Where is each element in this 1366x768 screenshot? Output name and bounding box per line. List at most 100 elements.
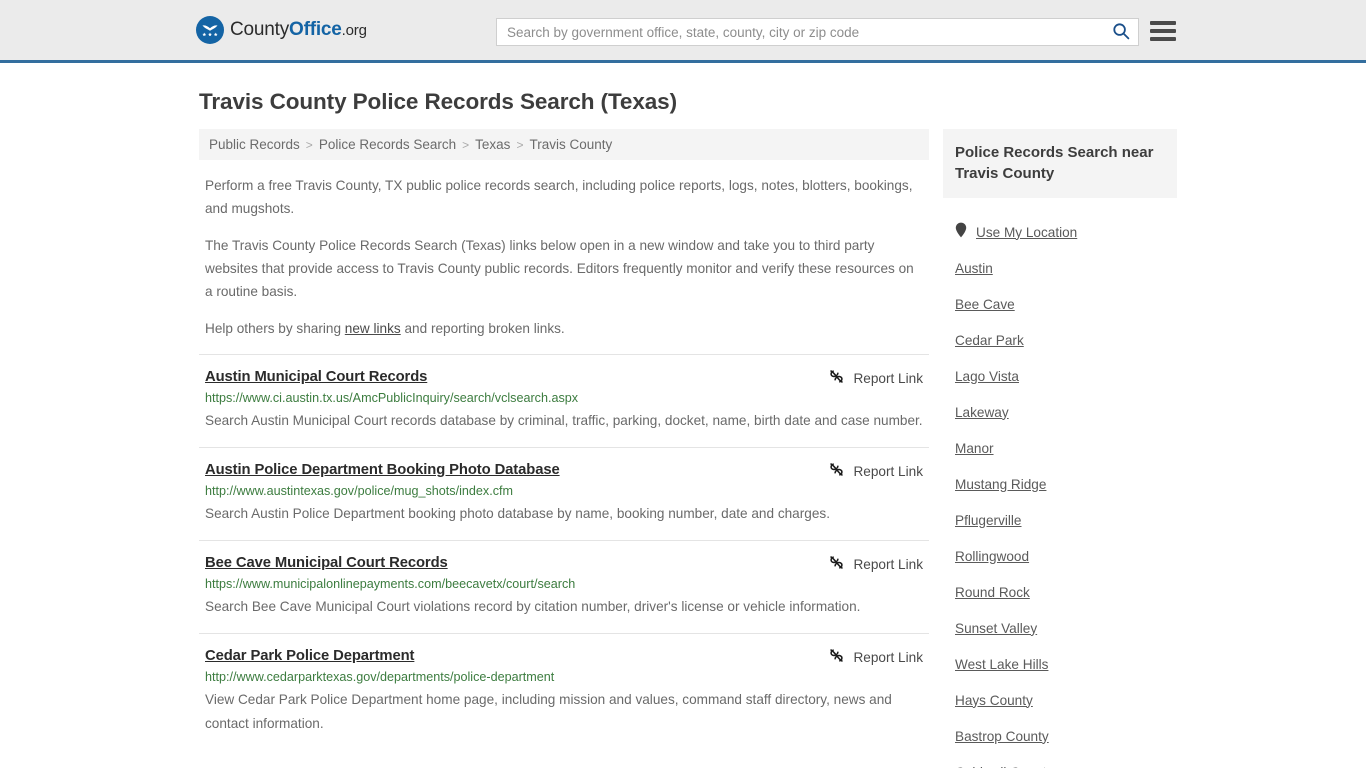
broken-link-icon: [828, 647, 845, 667]
sidebar-link[interactable]: Lakeway: [955, 405, 1009, 420]
result-item: Cedar Park Police Department Report Link…: [199, 633, 929, 750]
sidebar-link[interactable]: Lago Vista: [955, 369, 1019, 384]
sidebar-link[interactable]: West Lake Hills: [955, 657, 1048, 672]
sidebar-link[interactable]: Sunset Valley: [955, 621, 1037, 636]
report-link-button[interactable]: Report Link: [828, 647, 923, 667]
sidebar-item-lago-vista[interactable]: Lago Vista: [943, 358, 1177, 394]
intro-paragraph-3-post: and reporting broken links.: [400, 321, 565, 336]
content-area: Public Records > Police Records Search >…: [0, 129, 1366, 768]
sidebar-item-use-my-location[interactable]: Use My Location: [943, 214, 1177, 250]
breadcrumb: Public Records > Police Records Search >…: [199, 129, 929, 160]
search-button[interactable]: [1104, 19, 1138, 45]
sidebar-item-mustang-ridge[interactable]: Mustang Ridge: [943, 466, 1177, 502]
breadcrumb-separator: >: [516, 137, 524, 152]
sidebar-link[interactable]: Rollingwood: [955, 549, 1029, 564]
broken-link-icon: [828, 554, 845, 574]
sidebar-link[interactable]: Cedar Park: [955, 333, 1024, 348]
site-logo[interactable]: CountyOffice.org: [196, 16, 367, 44]
menu-bar-3: [1150, 37, 1176, 41]
sidebar-link[interactable]: Mustang Ridge: [955, 477, 1046, 492]
result-title-link[interactable]: Cedar Park Police Department: [205, 648, 414, 664]
result-item: Austin Police Department Booking Photo D…: [199, 447, 929, 540]
page-body: Travis County Police Records Search (Tex…: [0, 89, 1366, 768]
sidebar-nearby-list: Use My Location Austin Bee Cave Cedar Pa…: [943, 214, 1177, 768]
breadcrumb-item-police-records-search[interactable]: Police Records Search: [319, 137, 456, 152]
breadcrumb-separator: >: [462, 137, 470, 152]
sidebar: Police Records Search near Travis County…: [943, 129, 1177, 768]
hamburger-menu-icon[interactable]: [1150, 19, 1176, 43]
map-pin-icon: [955, 222, 967, 243]
logo-text-office: Office: [289, 19, 342, 40]
result-url: https://www.ci.austin.tx.us/AmcPublicInq…: [205, 391, 579, 405]
report-link-label: Report Link: [853, 370, 923, 386]
sidebar-item-pflugerville[interactable]: Pflugerville: [943, 502, 1177, 538]
result-description: Search Austin Police Department booking …: [205, 506, 830, 521]
sidebar-link[interactable]: Caldwell County: [955, 765, 1053, 768]
sidebar-item-west-lake-hills[interactable]: West Lake Hills: [943, 646, 1177, 682]
site-header: CountyOffice.org: [0, 0, 1366, 63]
sidebar-link[interactable]: Manor: [955, 441, 994, 456]
logo-text-org: .org: [341, 22, 367, 39]
sidebar-link[interactable]: Pflugerville: [955, 513, 1022, 528]
sidebar-heading-panel: Police Records Search near Travis County: [943, 129, 1177, 198]
sidebar-link[interactable]: Round Rock: [955, 585, 1030, 600]
intro-paragraph-3-pre: Help others by sharing: [205, 321, 345, 336]
result-description: View Cedar Park Police Department home p…: [205, 692, 892, 731]
page-title: Travis County Police Records Search (Tex…: [199, 89, 677, 114]
results-list: Austin Municipal Court Records Report Li…: [199, 354, 929, 750]
logo-text-county: County: [230, 19, 290, 40]
breadcrumb-item-travis-county: Travis County: [529, 137, 613, 152]
menu-bar-2: [1150, 29, 1176, 33]
result-item: Austin Municipal Court Records Report Li…: [199, 354, 929, 447]
result-description: Search Austin Municipal Court records da…: [205, 413, 923, 428]
sidebar-link[interactable]: Hays County: [955, 693, 1033, 708]
sidebar-item-bastrop-county[interactable]: Bastrop County: [943, 718, 1177, 754]
report-link-label: Report Link: [853, 649, 923, 665]
breadcrumb-separator: >: [305, 137, 313, 152]
intro-paragraph-2: The Travis County Police Records Search …: [205, 238, 914, 299]
result-description: Search Bee Cave Municipal Court violatio…: [205, 599, 861, 614]
sidebar-item-caldwell-county[interactable]: Caldwell County: [943, 754, 1177, 768]
result-url: https://www.municipalonlinepayments.com/…: [205, 577, 576, 591]
new-links-link[interactable]: new links: [345, 321, 401, 336]
sidebar-item-cedar-park[interactable]: Cedar Park: [943, 322, 1177, 358]
intro-paragraph-3: Help others by sharing new links and rep…: [205, 317, 923, 340]
sidebar-item-manor[interactable]: Manor: [943, 430, 1177, 466]
result-item: Bee Cave Municipal Court Records Report …: [199, 540, 929, 633]
result-title-link[interactable]: Austin Municipal Court Records: [205, 369, 427, 385]
search-icon: [1112, 22, 1130, 43]
sidebar-link[interactable]: Bastrop County: [955, 729, 1049, 744]
main-column: Public Records > Police Records Search >…: [199, 129, 929, 768]
eagle-shield-logo-icon: [196, 16, 224, 44]
use-my-location-link[interactable]: Use My Location: [976, 225, 1077, 240]
sidebar-item-bee-cave[interactable]: Bee Cave: [943, 286, 1177, 322]
intro-paragraph-1: Perform a free Travis County, TX public …: [205, 178, 913, 216]
sidebar-item-austin[interactable]: Austin: [943, 250, 1177, 286]
result-title-link[interactable]: Bee Cave Municipal Court Records: [205, 555, 448, 571]
report-link-label: Report Link: [853, 463, 923, 479]
logo-text: CountyOffice.org: [230, 19, 367, 41]
menu-bar-1: [1150, 21, 1176, 25]
sidebar-link[interactable]: Bee Cave: [955, 297, 1015, 312]
sidebar-item-sunset-valley[interactable]: Sunset Valley: [943, 610, 1177, 646]
search-bar: [496, 18, 1139, 46]
breadcrumb-item-texas[interactable]: Texas: [475, 137, 510, 152]
intro-section: Perform a free Travis County, TX public …: [199, 174, 929, 340]
sidebar-item-hays-county[interactable]: Hays County: [943, 682, 1177, 718]
report-link-button[interactable]: Report Link: [828, 461, 923, 481]
sidebar-item-lakeway[interactable]: Lakeway: [943, 394, 1177, 430]
report-link-button[interactable]: Report Link: [828, 368, 923, 388]
broken-link-icon: [828, 461, 845, 481]
sidebar-link[interactable]: Austin: [955, 261, 993, 276]
sidebar-item-rollingwood[interactable]: Rollingwood: [943, 538, 1177, 574]
sidebar-heading: Police Records Search near Travis County: [955, 144, 1154, 182]
result-url: http://www.austintexas.gov/police/mug_sh…: [205, 484, 513, 498]
report-link-button[interactable]: Report Link: [828, 554, 923, 574]
result-title-link[interactable]: Austin Police Department Booking Photo D…: [205, 462, 560, 478]
broken-link-icon: [828, 368, 845, 388]
result-url: http://www.cedarparktexas.gov/department…: [205, 670, 555, 684]
search-input[interactable]: [497, 19, 1104, 45]
breadcrumb-item-public-records[interactable]: Public Records: [209, 137, 300, 152]
sidebar-item-round-rock[interactable]: Round Rock: [943, 574, 1177, 610]
report-link-label: Report Link: [853, 556, 923, 572]
